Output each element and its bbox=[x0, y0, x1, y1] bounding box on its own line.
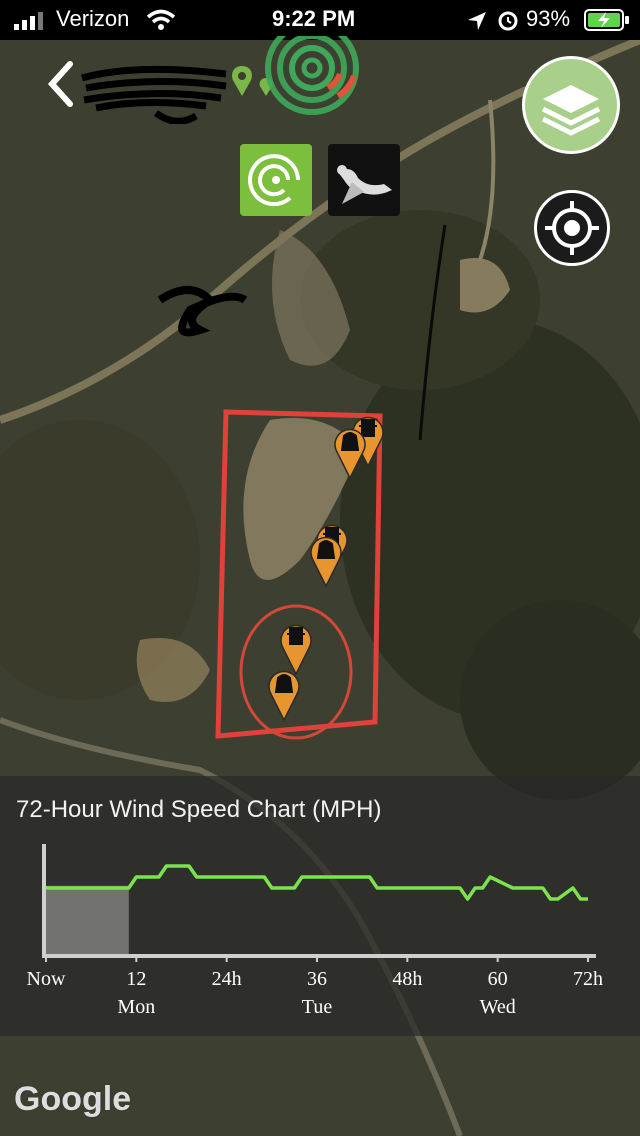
alarm-icon bbox=[498, 11, 518, 31]
radar-rings-icon bbox=[248, 154, 300, 207]
x-tick-label: 12 bbox=[126, 968, 147, 990]
clock-label: 9:22 PM bbox=[272, 6, 356, 31]
day-label: Tue bbox=[301, 996, 333, 1018]
back-button[interactable] bbox=[40, 60, 80, 108]
x-tick-label: 48h bbox=[392, 968, 423, 990]
map-marker-blind-icon[interactable] bbox=[334, 428, 366, 480]
goose-icon bbox=[337, 165, 392, 204]
battery-percent: 93% bbox=[526, 6, 571, 31]
wifi-icon bbox=[146, 9, 176, 30]
redacted-title bbox=[81, 65, 227, 124]
layers-icon bbox=[541, 85, 601, 136]
locate-button[interactable] bbox=[534, 190, 610, 266]
location-arrow-icon bbox=[468, 12, 486, 30]
day-label: Wed bbox=[479, 996, 516, 1018]
battery-charging-icon bbox=[584, 9, 629, 31]
radar-overlay-icon bbox=[265, 36, 359, 115]
waterfowl-button[interactable] bbox=[328, 144, 400, 216]
map-marker-blind-icon[interactable] bbox=[268, 670, 300, 722]
x-tick-label: 24h bbox=[211, 968, 242, 990]
status-bar: Verizon 9:22 PM 93% bbox=[0, 0, 640, 40]
wind-speed-chart bbox=[42, 844, 596, 962]
signal-icon bbox=[14, 12, 43, 30]
carrier-label: Verizon bbox=[56, 6, 130, 31]
crosshair-icon bbox=[545, 201, 599, 255]
x-tick-label: 60 bbox=[487, 968, 508, 990]
x-tick-label: Now bbox=[26, 968, 66, 990]
map-marker-stand-icon[interactable] bbox=[280, 624, 312, 676]
elapsed-shade bbox=[46, 885, 129, 954]
google-watermark: Google bbox=[14, 1080, 132, 1118]
layers-button[interactable] bbox=[522, 56, 620, 154]
map-marker-blind-icon[interactable] bbox=[310, 536, 342, 588]
chart-title: 72-Hour Wind Speed Chart (MPH) bbox=[16, 796, 382, 823]
x-tick-label: 72h bbox=[573, 968, 603, 990]
x-tick-label: 36 bbox=[307, 968, 327, 990]
hunt-app-button[interactable] bbox=[240, 144, 312, 216]
day-label: Mon bbox=[117, 996, 156, 1018]
